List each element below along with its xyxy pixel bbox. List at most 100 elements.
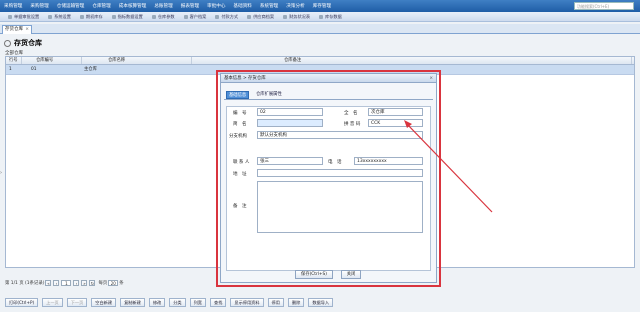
show-disabled-button[interactable]: 显示停用资料: [230, 297, 264, 307]
warehouse-dialog: 基本信息 > 存货仓库 × 基础信息 仓库扩展属性 编 号 02 全 名 次仓库…: [220, 73, 437, 283]
menu-item[interactable]: 系统管理: [260, 3, 278, 9]
per-page-unit: 条: [119, 281, 124, 286]
menu-item[interactable]: 决策分析: [286, 3, 304, 9]
edit-button[interactable]: 修改: [148, 297, 166, 307]
pinyin-field[interactable]: CCK: [368, 119, 423, 127]
quick-access-bar: 单据审批设置 系统设置 期初库存 指标数据设置 仓库参数 客户档案 付款方式 供…: [0, 12, 640, 22]
col-name[interactable]: 仓库名称: [82, 57, 192, 64]
warehouse-icon: [4, 39, 11, 47]
close-icon[interactable]: ×: [429, 74, 433, 83]
shortcut-icon: [247, 14, 252, 19]
quick-item[interactable]: 付款方式: [215, 14, 238, 20]
menu-item[interactable]: 库存管理: [313, 3, 331, 9]
col-code[interactable]: 仓库编号: [22, 57, 82, 64]
bottom-toolbar: 打印(Ctrl+P) 上一页 下一页 空白新建 复制新建 修改 分类 列宽 查找…: [0, 296, 640, 308]
save-button[interactable]: 保存(Ctrl+S): [295, 270, 333, 279]
quick-item[interactable]: 库存数据: [319, 14, 342, 20]
fullname-label: 全 名: [344, 111, 358, 116]
quick-item[interactable]: 客户档案: [183, 14, 206, 20]
refresh-icon[interactable]: ↻: [89, 280, 96, 286]
quick-item[interactable]: 系统设置: [48, 14, 71, 20]
close-icon[interactable]: ×: [25, 26, 29, 34]
per-page-label: 每页: [98, 281, 108, 286]
collapse-arrow-icon[interactable]: ›: [0, 170, 2, 176]
table-header: 行号 仓库编号 仓库名称 仓库备注: [6, 57, 634, 65]
copy-new-button[interactable]: 复制新建: [120, 297, 145, 307]
shortcut-icon: [111, 14, 116, 19]
pager: 第 1/1 页 (1条记录) « ‹ 1 › » ↻ 每页 20 条: [5, 280, 124, 286]
pinyin-label: 拼 音 码: [344, 122, 361, 127]
shortcut-icon: [151, 14, 156, 19]
shortcut-icon: [48, 14, 53, 19]
function-search-input[interactable]: 功能搜索(Ctrl+E): [574, 2, 634, 10]
menu-item[interactable]: 审批中心: [207, 3, 225, 9]
dialog-tabs: 基础信息 仓库扩展属性: [224, 91, 433, 100]
dialog-title: 基本信息 > 存货仓库 ×: [221, 74, 436, 83]
quick-item[interactable]: 单据审批设置: [8, 14, 39, 20]
disable-button[interactable]: 停用: [267, 297, 284, 307]
contact-label: 联 系 人: [233, 160, 250, 165]
col-row-number[interactable]: 行号: [6, 57, 22, 64]
per-page-input[interactable]: 20: [108, 280, 119, 286]
page-number-input[interactable]: 1: [61, 280, 72, 286]
cell-name: 主仓库: [84, 67, 97, 72]
phone-field[interactable]: 13xxxxxxxxx: [354, 157, 423, 165]
cell-row-number: 1: [9, 67, 12, 72]
new-blank-button[interactable]: 空白新建: [91, 297, 117, 307]
menu-item[interactable]: 采购管理: [30, 3, 48, 9]
tab-extended-attributes[interactable]: 仓库扩展属性: [254, 91, 284, 99]
cell-code: 01: [31, 67, 37, 72]
next-page-icon[interactable]: ›: [73, 280, 80, 286]
branch-label: 分支机构: [229, 134, 247, 139]
code-field[interactable]: 02: [257, 108, 323, 116]
shortcut-icon: [319, 14, 324, 19]
remark-label: 备 注: [233, 204, 247, 209]
quick-item[interactable]: 供应商档案: [247, 14, 274, 20]
first-page-icon[interactable]: «: [45, 280, 52, 286]
menu-item[interactable]: 报表管理: [181, 3, 199, 9]
menu-item[interactable]: 成本核算管理: [119, 3, 147, 9]
page-title: 存货仓库: [4, 38, 42, 48]
warehouse-form: 编 号 02 全 名 次仓库 简 名 拼 音 码 CCK 分支机构 默认分支机构…: [226, 106, 431, 271]
last-page-icon[interactable]: »: [81, 280, 88, 286]
column-width-button[interactable]: 列宽: [189, 297, 206, 307]
menu-item[interactable]: 总账管理: [154, 3, 172, 9]
shortname-field[interactable]: [257, 119, 323, 127]
category-button[interactable]: 分类: [169, 297, 186, 307]
top-menu-bar: 采购管理 采购管理 仓储运输管理 仓库管理 成本核算管理 总账管理 报表管理 审…: [0, 0, 640, 12]
menu-item[interactable]: 仓储运输管理: [57, 3, 85, 9]
next-page-button[interactable]: 下一页: [66, 297, 88, 307]
quick-item[interactable]: 指标数据设置: [111, 14, 143, 20]
shortcut-icon: [183, 14, 188, 19]
branch-select[interactable]: 默认分支机构: [257, 131, 423, 139]
prev-page-icon[interactable]: ‹: [53, 280, 60, 286]
quick-item[interactable]: 期初库存: [79, 14, 103, 20]
shortcut-icon: [79, 14, 84, 19]
code-label: 编 号: [233, 111, 247, 116]
delete-button[interactable]: 删除: [287, 297, 305, 307]
close-button[interactable]: 关闭: [341, 270, 361, 279]
menu-item[interactable]: 仓库管理: [92, 3, 110, 9]
tab-basic-info[interactable]: 基础信息: [226, 91, 250, 99]
import-button[interactable]: 数据导入: [308, 297, 334, 307]
address-label: 地 址: [233, 172, 247, 177]
print-button[interactable]: 打印(Ctrl+P): [5, 297, 39, 307]
shortname-label: 简 名: [233, 122, 247, 127]
phone-label: 电 话: [328, 160, 342, 165]
contact-field[interactable]: 张三: [257, 157, 323, 165]
shortcut-icon: [8, 14, 12, 19]
menu-item[interactable]: 采购管理: [4, 3, 22, 9]
quick-item[interactable]: 仓库参数: [151, 14, 175, 20]
address-field[interactable]: [257, 169, 423, 177]
find-button[interactable]: 查找: [210, 297, 227, 307]
fullname-field[interactable]: 次仓库: [368, 108, 423, 116]
tab-warehouse[interactable]: 存货仓库 ×: [2, 25, 32, 34]
menu-item[interactable]: 基础资料: [234, 3, 252, 9]
shortcut-icon: [283, 14, 288, 19]
col-note[interactable]: 仓库备注: [192, 57, 632, 64]
page-info: 第 1/1 页 (1条记录): [5, 281, 45, 286]
prev-page-button[interactable]: 上一页: [42, 297, 63, 307]
remark-textarea[interactable]: [257, 181, 423, 233]
quick-item[interactable]: 财务状况表: [283, 14, 310, 20]
shortcut-icon: [215, 14, 220, 19]
